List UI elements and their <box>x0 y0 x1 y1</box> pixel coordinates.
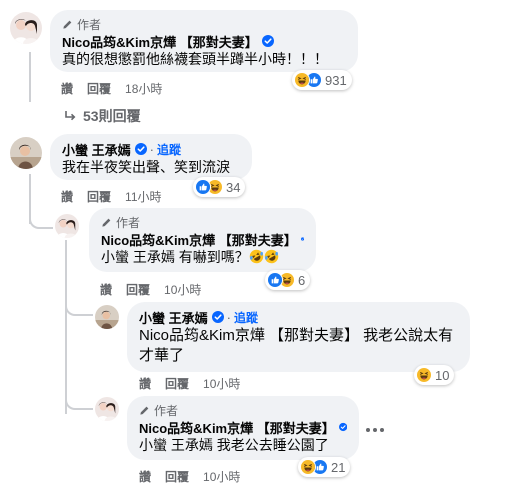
reaction-count: 931 <box>325 72 347 88</box>
rofl-emoji-icon <box>249 249 264 264</box>
reaction-count: 21 <box>331 459 346 475</box>
commenter-name[interactable]: Nico品筠&Kim京燁 【那對夫妻】 <box>62 32 258 51</box>
thread-connector <box>65 390 93 410</box>
avatar[interactable] <box>10 12 42 44</box>
avatar[interactable] <box>95 397 119 421</box>
comment-bubble: 作者 Nico品筠&Kim京燁 【那對夫妻】 小蠻 王承嫣 我老公去睡公園了 <box>127 396 359 460</box>
comment-actions: 讚 回覆 11小時 <box>61 188 162 204</box>
comment-text: 小蠻 王承嫣 有嚇到嗎？ <box>101 248 304 267</box>
commenter-name[interactable]: Nico品筠&Kim京燁 【那對夫妻】 <box>101 230 297 249</box>
comment-bubble: 小蠻 王承嫣 · 追蹤 我在半夜笑出聲、笑到流淚 <box>50 134 252 180</box>
timestamp[interactable]: 10小時 <box>164 281 201 298</box>
thread-connector <box>65 298 93 316</box>
pencil-icon <box>101 217 112 228</box>
reaction-summary[interactable]: 34 <box>193 177 246 197</box>
author-badge: 作者 <box>101 214 304 230</box>
comment-bubble: 小蠻 王承嫣 · 追蹤 Nico品筠&Kim京燁 【那對夫妻】 我老公說太有才華… <box>127 302 470 372</box>
timestamp[interactable]: 18小時 <box>125 80 162 97</box>
verified-badge-icon <box>339 421 347 433</box>
comment-actions: 讚 回覆 10小時 <box>139 468 240 484</box>
haha-icon <box>300 459 316 475</box>
reaction-summary[interactable]: 21 <box>298 457 351 477</box>
like-icon <box>267 272 283 288</box>
avatar[interactable] <box>10 137 42 169</box>
author-badge: 作者 <box>139 402 347 418</box>
comment-bubble: 作者 Nico品筠&Kim京燁 【那對夫妻】 真的很想懲罰他絲襪套頭半蹲半小時！… <box>50 10 358 72</box>
like-button[interactable]: 讚 <box>100 281 112 298</box>
like-button[interactable]: 讚 <box>139 468 151 485</box>
comment-actions: 讚 回覆 10小時 <box>139 375 240 391</box>
comment-text: 我在半夜笑出聲、笑到流淚 <box>62 159 230 175</box>
follow-button[interactable]: 追蹤 <box>234 309 258 326</box>
like-button[interactable]: 讚 <box>139 375 151 392</box>
reaction-count: 10 <box>435 367 450 383</box>
timestamp[interactable]: 10小時 <box>203 468 240 485</box>
verified-badge-icon <box>212 311 224 323</box>
reaction-summary[interactable]: 931 <box>292 70 352 90</box>
timestamp[interactable]: 11小時 <box>125 188 161 205</box>
view-replies-link[interactable]: 53則回覆 <box>63 106 141 126</box>
comment-text: 小蠻 王承嫣 我老公去睡公園了 <box>139 437 329 453</box>
thread-line <box>65 240 67 414</box>
like-button[interactable]: 讚 <box>61 188 73 205</box>
verified-badge-icon <box>135 143 147 155</box>
avatar[interactable] <box>55 214 79 238</box>
comment-actions: 讚 回覆 10小時 <box>100 281 201 297</box>
verified-badge-icon <box>301 233 304 245</box>
haha-icon <box>294 72 310 88</box>
rofl-emoji-icon <box>264 249 279 264</box>
reply-button[interactable]: 回覆 <box>87 80 111 97</box>
timestamp[interactable]: 10小時 <box>203 375 240 392</box>
verified-badge-icon <box>262 35 274 47</box>
commenter-name[interactable]: 小蠻 王承嫣 <box>139 308 208 327</box>
reaction-count: 34 <box>226 179 241 195</box>
reply-button[interactable]: 回覆 <box>87 188 111 205</box>
commenter-name[interactable]: 小蠻 王承嫣 <box>62 140 131 159</box>
comment-actions: 讚 回覆 18小時 <box>61 80 162 96</box>
reaction-summary[interactable]: 10 <box>414 365 455 385</box>
thread-connector <box>29 205 53 229</box>
pencil-icon <box>139 405 150 416</box>
follow-button[interactable]: 追蹤 <box>157 141 181 158</box>
comment-bubble: 作者 Nico品筠&Kim京燁 【那對夫妻】 小蠻 王承嫣 有嚇到嗎？ <box>89 208 316 272</box>
thread-line <box>29 52 31 102</box>
like-icon <box>195 179 211 195</box>
comment-text: Nico品筠&Kim京燁 【那對夫妻】 我老公說太有才華了 <box>139 327 454 364</box>
avatar[interactable] <box>95 305 119 329</box>
pencil-icon <box>62 19 73 30</box>
haha-icon <box>416 367 432 383</box>
comment-text: 真的很想懲罰他絲襪套頭半蹲半小時！！！ <box>62 51 328 67</box>
reaction-summary[interactable]: 6 <box>265 270 311 290</box>
like-button[interactable]: 讚 <box>61 80 73 97</box>
reaction-count: 6 <box>298 272 306 288</box>
more-options-icon[interactable] <box>363 422 387 438</box>
author-badge: 作者 <box>62 16 346 32</box>
reply-button[interactable]: 回覆 <box>126 281 150 298</box>
reply-button[interactable]: 回覆 <box>165 375 189 392</box>
commenter-name[interactable]: Nico品筠&Kim京燁 【那對夫妻】 <box>139 418 335 437</box>
reply-button[interactable]: 回覆 <box>165 468 189 485</box>
reply-arrow-icon <box>63 109 77 123</box>
